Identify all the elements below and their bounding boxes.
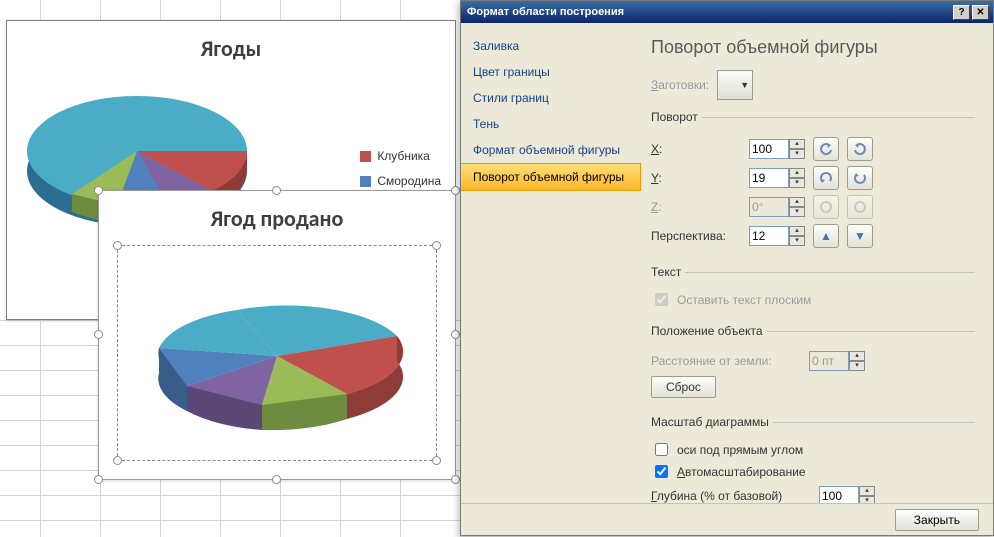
selection-handle[interactable] [113,241,122,250]
z-label: Z: [651,200,741,214]
right-angle-checkbox[interactable] [655,443,668,456]
x-input[interactable] [749,139,789,159]
arrow-up-icon: ▲ [820,229,832,243]
format-plot-area-dialog: Формат области построения ? ✕ Заливка Цв… [460,0,994,536]
legend-swatch [360,151,371,162]
selection-handle[interactable] [451,330,460,339]
nav-shadow[interactable]: Тень [461,111,641,137]
group-text: Текст Оставить текст плоским [651,265,975,314]
flat-text-checkbox [655,293,668,306]
y-input[interactable] [749,168,789,188]
spin-up-icon[interactable]: ▴ [789,226,805,236]
group-label: Масштаб диаграммы [651,415,773,429]
group-position: Положение объекта Расстояние от земли: ▴… [651,324,975,405]
x-label: X: [651,142,741,156]
rotate-up-button[interactable] [813,166,839,190]
spin-down-icon[interactable]: ▾ [789,178,805,188]
selection-handle[interactable] [94,475,103,484]
rotation-panel: Поворот объемной фигуры Заготовки: ▼ Пов… [641,23,993,503]
worksheet: Ягоды Клубника Смородина Вишня Ягод прод… [0,0,460,537]
nav-fill[interactable]: Заливка [461,33,641,59]
close-button[interactable]: Закрыть [895,509,979,531]
right-angle-label: оси под прямым углом [677,443,803,457]
spin-up-icon[interactable]: ▴ [789,139,805,149]
y-spinner[interactable]: ▴▾ [749,168,805,188]
spin-down-icon[interactable]: ▾ [859,496,875,503]
nav-border-color[interactable]: Цвет границы [461,59,641,85]
group-label: Текст [651,265,685,279]
pie-chart-icon [117,251,437,461]
selection-handle[interactable] [272,475,281,484]
perspective-narrow-button[interactable]: ▲ [813,224,839,248]
perspective-wide-button[interactable]: ▼ [847,224,873,248]
dialog-titlebar[interactable]: Формат области построения ? ✕ [461,1,993,23]
z-spinner: ▴▾ [749,197,805,217]
rotate-ccw-button [813,195,839,219]
dialog-title: Формат области построения [467,6,624,18]
distance-input [809,351,849,371]
perspective-label: Перспектива: [651,229,741,243]
selection-handle[interactable] [451,475,460,484]
z-input [749,197,789,217]
selection-handle[interactable] [451,186,460,195]
rotate-right-button[interactable] [847,137,873,161]
chart-sold[interactable]: Ягод продано [98,190,456,480]
depth-label: Глубина (% от базовой) [651,489,811,503]
group-rotation: Поворот X: ▴▾ Y: ▴▾ Z: ▴▾ [651,110,975,255]
legend-label: Клубника [377,146,430,166]
legend-label: Смородина [377,171,441,191]
rotate-cw-button [847,195,873,219]
flat-text-label: Оставить текст плоским [677,293,811,307]
selection-handle[interactable] [432,241,441,250]
selection-handle[interactable] [94,186,103,195]
panel-heading: Поворот объемной фигуры [651,37,975,58]
selection-handle[interactable] [94,330,103,339]
group-label: Поворот [651,110,702,124]
spin-down-icon[interactable]: ▾ [789,149,805,159]
depth-spinner[interactable]: ▴▾ [819,486,875,503]
depth-input[interactable] [819,486,859,503]
perspective-input[interactable] [749,226,789,246]
presets-label: Заготовки: [651,78,709,92]
nav-3d-rotation[interactable]: Поворот объемной фигуры [461,163,641,191]
autoscale-label: Автомасштабирование [677,465,806,479]
chart-title: Ягоды [7,35,455,62]
nav-3d-format[interactable]: Формат объемной фигуры [461,137,641,163]
spin-down-icon: ▾ [849,361,865,371]
perspective-spinner[interactable]: ▴▾ [749,226,805,246]
distance-spinner: ▴▾ [809,351,865,371]
nav-border-style[interactable]: Стили границ [461,85,641,111]
y-label: Y: [651,171,741,185]
legend-swatch [360,176,371,187]
dialog-nav: Заливка Цвет границы Стили границ Тень Ф… [461,23,641,503]
spin-up-icon[interactable]: ▴ [859,486,875,496]
dialog-footer: Закрыть [461,503,993,535]
selection-handle[interactable] [272,186,281,195]
x-spinner[interactable]: ▴▾ [749,139,805,159]
spin-down-icon: ▾ [789,207,805,217]
rotate-left-button[interactable] [813,137,839,161]
autoscale-checkbox[interactable] [655,465,668,478]
spin-down-icon[interactable]: ▾ [789,236,805,246]
help-button[interactable]: ? [953,5,970,20]
chart-title: Ягод продано [99,205,455,232]
spin-up-icon: ▴ [849,351,865,361]
group-scale: Масштаб диаграммы оси под прямым углом А… [651,415,975,503]
rotate-down-button[interactable] [847,166,873,190]
distance-label: Расстояние от земли: [651,354,801,368]
presets-dropdown[interactable]: ▼ [717,70,753,100]
arrow-down-icon: ▼ [854,229,866,243]
chevron-down-icon: ▼ [740,80,749,90]
reset-button[interactable]: Сброс [651,376,716,398]
group-label: Положение объекта [651,324,767,338]
spin-up-icon: ▴ [789,197,805,207]
spin-up-icon[interactable]: ▴ [789,168,805,178]
close-icon[interactable]: ✕ [972,5,989,20]
